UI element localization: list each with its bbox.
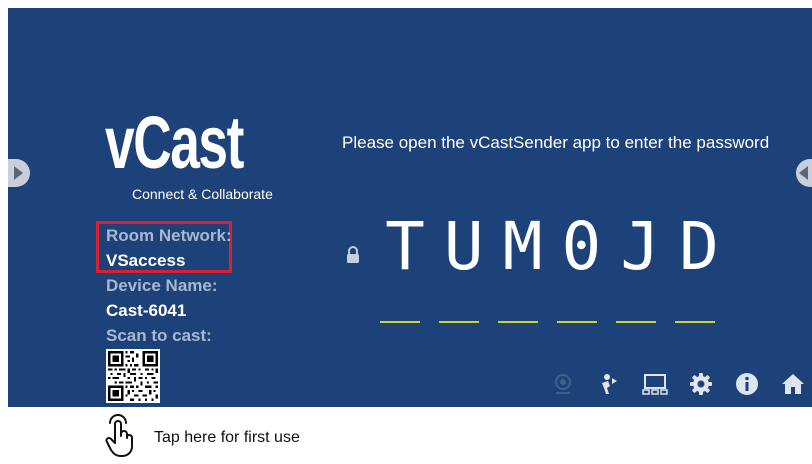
chevron-right-icon xyxy=(14,166,23,180)
room-network-value: VSaccess xyxy=(106,251,186,270)
lock-icon xyxy=(345,246,361,269)
screen-share-icon xyxy=(555,374,571,394)
password-underline xyxy=(439,321,479,323)
home-icon xyxy=(782,374,804,394)
gear-icon xyxy=(690,373,712,395)
vcast-screen: vCast Connect & Collaborate Room Network… xyxy=(8,8,812,407)
password-underline xyxy=(380,321,420,323)
password-char-6: D xyxy=(679,208,719,285)
password-char-2: U xyxy=(443,208,484,285)
chevron-left-icon xyxy=(799,166,808,180)
first-use-label[interactable]: Tap here for first use xyxy=(154,429,300,447)
qr-code-image xyxy=(106,349,160,403)
password-underlines xyxy=(380,321,715,323)
left-side-arrow[interactable] xyxy=(8,159,30,187)
password-char-1: T xyxy=(385,208,425,285)
password-underline xyxy=(498,321,538,323)
device-name-label: Device Name: xyxy=(106,276,218,295)
device-name-value: Cast-6041 xyxy=(106,301,187,320)
user-control-button[interactable] xyxy=(594,369,624,399)
tap-hand-icon xyxy=(104,412,136,463)
devices-button[interactable] xyxy=(640,369,670,399)
info-button[interactable] xyxy=(732,369,762,399)
vcast-logo: vCast xyxy=(105,101,244,184)
scan-to-cast-label: Scan to cast: xyxy=(106,326,212,345)
user-control-icon xyxy=(602,374,617,394)
logo-tagline: Connect & Collaborate xyxy=(132,186,273,202)
devices-icon xyxy=(642,374,668,395)
password-underline xyxy=(675,321,715,323)
info-icon xyxy=(736,373,758,395)
password-prompt: Please open the vCastSender app to enter… xyxy=(342,133,770,152)
qr-code xyxy=(106,349,160,403)
room-network-label: Room Network: xyxy=(106,226,232,245)
password-char-5: J xyxy=(620,208,661,285)
settings-button[interactable] xyxy=(686,369,716,399)
home-button[interactable] xyxy=(778,369,808,399)
first-use-bar[interactable]: Tap here for first use xyxy=(8,407,812,464)
password-char-4: 0 xyxy=(561,208,602,285)
password-char-3: M xyxy=(502,208,543,285)
password-code: T U M 0 J D xyxy=(376,214,728,280)
password-underline xyxy=(616,321,656,323)
screen-share-button[interactable] xyxy=(548,369,578,399)
right-side-arrow[interactable] xyxy=(796,159,812,187)
password-underline xyxy=(557,321,597,323)
bottom-toolbar xyxy=(548,369,808,399)
